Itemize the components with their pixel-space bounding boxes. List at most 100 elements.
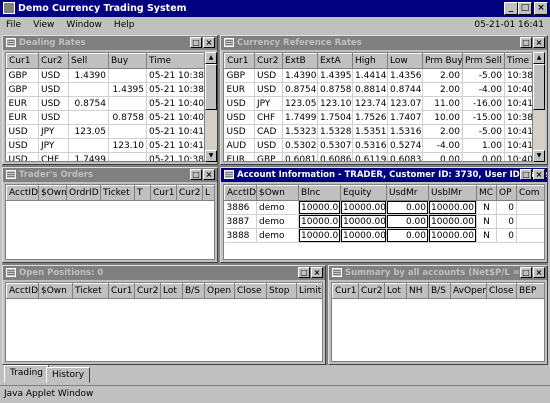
table-cell[interactable]: 1.7499 [68,152,109,161]
column-header[interactable]: Limit [296,283,322,299]
table-cell[interactable]: 10000.00 [340,214,387,229]
column-header[interactable]: Cur1 [108,283,135,299]
tab-trading[interactable]: Trading [4,365,50,383]
table-cell[interactable]: USD [38,110,69,125]
table-cell[interactable]: 05-21 10:40 [146,96,204,111]
table-cell[interactable]: 1.4390 [282,68,318,83]
table-cell[interactable]: USD [38,96,69,111]
table-cell[interactable]: 0.8744 [387,82,423,97]
scroll-thumb[interactable] [205,64,217,110]
column-header[interactable]: UsdMr [386,185,429,201]
table-cell[interactable]: EUR [224,82,255,97]
table-cell[interactable]: 0.5302 [282,138,318,153]
column-header[interactable]: $Own [38,283,73,299]
table-cell[interactable]: 0.00 [462,152,505,161]
column-header[interactable]: Cur2 [358,283,385,299]
table-cell[interactable] [68,82,109,97]
vertical-scrollbar[interactable]: ▲ ▼ [533,52,545,162]
menu-view[interactable]: View [33,20,54,30]
table-cell[interactable]: 10:41 [504,96,532,111]
table-cell[interactable]: USD [254,82,283,97]
table-cell[interactable]: 10000.00 [340,200,387,215]
table-cell[interactable] [516,228,544,243]
table-cell[interactable]: 1.5328 [317,124,353,139]
table-row[interactable]: USD JPY 123.05 05-21 10:41 [6,124,204,139]
table-cell[interactable]: 1.7499 [282,110,318,125]
table-cell[interactable]: USD [38,68,69,83]
table-cell[interactable]: 0 [496,214,517,229]
table-cell[interactable]: 0.5307 [317,138,353,153]
column-header[interactable]: B/S [182,283,205,299]
column-header[interactable]: Open [204,283,235,299]
column-header[interactable]: AvOpen [450,283,487,299]
table-row[interactable]: USD CHF 1.7499 05-21 10:38 [6,152,204,161]
table-cell[interactable]: 0.5316 [352,138,388,153]
table-cell[interactable]: EUR [6,96,39,111]
table-cell[interactable]: 10:40 [504,152,532,161]
table-row[interactable]: AUD USD 0.5302 0.5307 0.5316 0.5274 -4.00 1.00 1… [224,138,532,153]
table-row[interactable]: USD JPY 123.10 05-21 10:41 [6,138,204,153]
table-row[interactable]: EUR GBP 0.6081 0.6086 0.6119 0.6083 0.00 0.00 10… [224,152,532,161]
table-cell[interactable]: 10:38 [504,68,532,83]
dealing-rates-header[interactable]: Dealing Rates [3,36,217,50]
panel-close-button[interactable]: × [533,37,545,48]
table-cell[interactable]: 1.4390 [68,68,109,83]
table-cell[interactable]: EUR [224,152,255,161]
table-cell[interactable]: USD [224,96,255,111]
table-cell[interactable]: USD [6,138,39,153]
table-cell[interactable]: 0.6086 [317,152,353,161]
column-header[interactable]: Cur2 [176,185,203,201]
traders-orders-header[interactable]: Trader's Orders [3,168,217,182]
table-cell[interactable]: JPY [38,124,69,139]
scroll-thumb[interactable] [533,64,545,110]
table-row[interactable]: EUR USD 0.8758 05-21 10:40 [6,110,204,125]
column-header[interactable]: Com [516,185,544,201]
column-header[interactable]: Lot [384,283,407,299]
open-positions-header[interactable]: Open Positions: 0 [3,266,325,280]
column-header[interactable]: $Own [38,185,67,201]
column-header[interactable]: NH [406,283,429,299]
table-cell[interactable]: AUD [224,138,255,153]
table-cell[interactable]: USD [38,82,69,97]
table-cell[interactable]: 05-21 10:38 [146,68,204,83]
table-cell[interactable] [108,152,147,161]
table-cell[interactable]: 10:38 [504,110,532,125]
table-row[interactable]: EUR USD 0.8754 0.8758 0.8814 0.8744 2.00 -4.00 1… [224,82,532,97]
table-cell[interactable]: 123.74 [352,96,388,111]
table-cell[interactable]: 1.00 [462,138,505,153]
column-header[interactable]: Cur2 [254,53,283,69]
table-cell[interactable]: USD [224,124,255,139]
table-cell[interactable]: GBP [224,68,255,83]
table-cell[interactable]: 10:40 [504,82,532,97]
tab-history[interactable]: History [46,367,91,383]
minimize-button[interactable]: _ [504,2,518,15]
column-header[interactable]: Blnc [298,185,341,201]
table-cell[interactable]: 1.7504 [317,110,353,125]
table-cell[interactable]: GBP [254,152,283,161]
column-header[interactable]: Stop [266,283,297,299]
panel-maximize-button[interactable]: □ [190,37,202,48]
table-cell[interactable]: 10000.00 [298,214,341,229]
table-cell[interactable]: 1.5316 [387,124,423,139]
table-cell[interactable]: 1.5351 [352,124,388,139]
table-cell[interactable]: 0 [496,200,517,215]
panel-maximize-button[interactable]: □ [520,37,532,48]
table-cell[interactable]: 1.5323 [282,124,318,139]
column-header[interactable]: Cur2 [134,283,161,299]
scroll-down-icon[interactable]: ▼ [533,150,545,162]
table-cell[interactable]: -5.00 [462,68,505,83]
column-header[interactable]: Cur1 [6,53,39,69]
table-cell[interactable]: 3887 [224,214,257,229]
column-header[interactable]: Buy [108,53,147,69]
column-header[interactable]: Cur1 [224,53,255,69]
table-cell[interactable]: 0.6083 [387,152,423,161]
table-cell[interactable]: -16.00 [462,96,505,111]
table-cell[interactable] [68,110,109,125]
table-cell[interactable]: 0.00 [422,152,463,161]
table-cell[interactable]: 10000.00 [428,200,477,215]
column-header[interactable]: UsblMr [428,185,477,201]
panel-close-button[interactable]: × [533,169,545,180]
scroll-up-icon[interactable]: ▲ [533,52,545,64]
table-cell[interactable]: demo [256,228,299,243]
table-cell[interactable]: 123.10 [108,138,147,153]
